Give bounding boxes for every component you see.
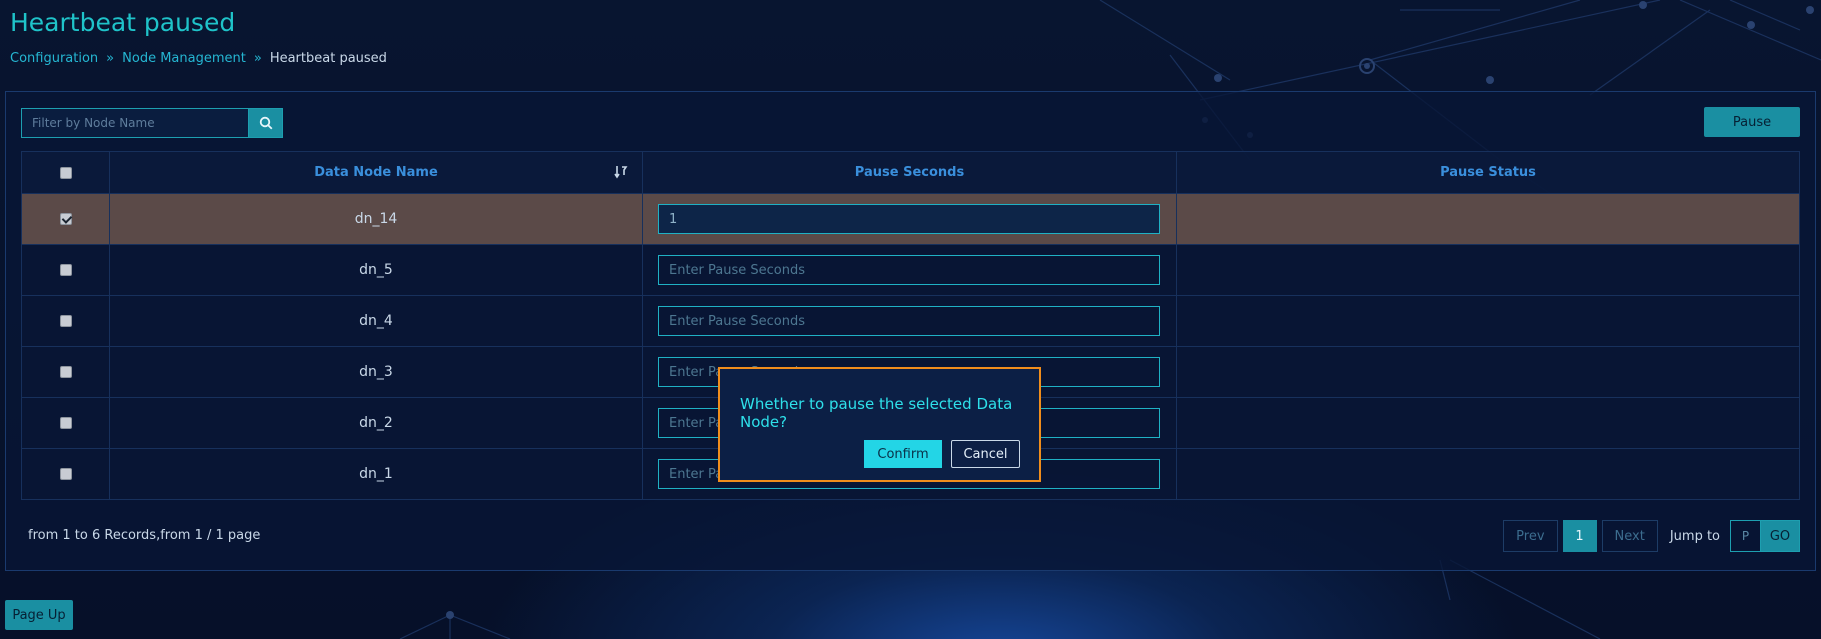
data-node-name-cell: dn_1 (109, 448, 643, 500)
row-checkbox[interactable] (59, 264, 72, 276)
jump-page-input[interactable] (1730, 520, 1760, 552)
header-label: Pause Seconds (854, 165, 965, 180)
row-select-cell (21, 397, 110, 449)
main-panel: Pause Data Node Name P (5, 91, 1816, 571)
pause-status-cell (1176, 244, 1800, 296)
breadcrumb: Configuration » Node Management » Heartb… (10, 51, 387, 66)
page-title: Heartbeat paused (10, 8, 236, 37)
data-node-name-cell: dn_3 (109, 346, 643, 398)
confirm-button[interactable]: Confirm (864, 440, 942, 468)
search-button[interactable] (248, 108, 283, 138)
row-select-cell (21, 295, 110, 347)
records-summary: from 1 to 6 Records,from 1 / 1 page (28, 528, 261, 543)
dialog-message: Whether to pause the selected Data Node? (740, 395, 1013, 431)
select-all-header (21, 151, 110, 194)
row-select-cell (21, 244, 110, 296)
pause-seconds-input[interactable] (658, 204, 1160, 234)
pause-status-cell (1176, 397, 1800, 449)
page-number-button[interactable]: 1 (1562, 520, 1597, 552)
row-select-cell (21, 346, 110, 398)
data-node-name-cell: dn_14 (109, 193, 643, 245)
pause-status-cell (1176, 346, 1800, 398)
pause-seconds-cell (642, 193, 1177, 245)
prev-page-button[interactable]: Prev (1503, 520, 1558, 552)
breadcrumb-configuration[interactable]: Configuration (10, 51, 98, 66)
row-checkbox[interactable] (59, 468, 72, 480)
header-pause-status: Pause Status (1176, 151, 1800, 194)
row-checkbox[interactable] (59, 366, 72, 378)
next-page-button[interactable]: Next (1601, 520, 1658, 552)
data-node-name-cell: dn_4 (109, 295, 643, 347)
chevron-double-right-icon: » (253, 51, 262, 66)
sort-icon[interactable] (614, 165, 628, 179)
data-node-name-cell: dn_2 (109, 397, 643, 449)
confirm-dialog: Whether to pause the selected Data Node?… (718, 367, 1041, 482)
go-button[interactable]: GO (1760, 520, 1800, 552)
breadcrumb-node-management[interactable]: Node Management (122, 51, 246, 66)
header-label: Pause Status (1440, 165, 1536, 180)
row-checkbox[interactable] (59, 315, 72, 327)
search-icon (259, 116, 272, 130)
row-select-cell (21, 193, 110, 245)
table-row[interactable]: dn_5 (21, 244, 1800, 296)
chevron-double-right-icon: » (106, 51, 115, 66)
pagination: Prev 1 Next Jump to GO (1498, 520, 1800, 552)
pause-seconds-input[interactable] (658, 306, 1160, 336)
table-row[interactable]: dn_4 (21, 295, 1800, 347)
row-select-cell (21, 448, 110, 500)
select-all-checkbox[interactable] (59, 166, 72, 179)
cancel-button[interactable]: Cancel (951, 440, 1020, 468)
pause-status-cell (1176, 295, 1800, 347)
row-checkbox[interactable] (59, 417, 72, 429)
pause-button[interactable]: Pause (1704, 107, 1800, 137)
row-checkbox[interactable] (59, 213, 72, 225)
header-data-node-name[interactable]: Data Node Name (109, 151, 643, 194)
jump-to-label: Jump to (1669, 528, 1720, 544)
header-label: Data Node Name (314, 165, 438, 180)
pause-seconds-cell (642, 295, 1177, 347)
node-name-filter-input[interactable] (21, 108, 249, 138)
breadcrumb-current: Heartbeat paused (269, 51, 387, 66)
pause-status-cell (1176, 448, 1800, 500)
header-pause-seconds: Pause Seconds (642, 151, 1177, 194)
pause-seconds-input[interactable] (658, 255, 1160, 285)
pause-seconds-cell (642, 244, 1177, 296)
data-node-name-cell: dn_5 (109, 244, 643, 296)
table-row[interactable]: dn_14 (21, 193, 1800, 245)
table-header-row: Data Node Name Pause Seconds Pause Statu… (21, 151, 1800, 194)
pause-status-cell (1176, 193, 1800, 245)
page-up-button[interactable]: Page Up (5, 600, 73, 630)
